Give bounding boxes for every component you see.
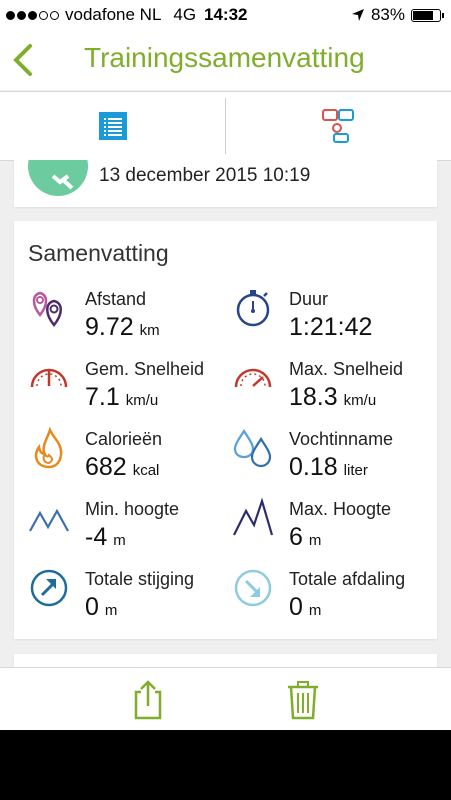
stat-unit: m bbox=[308, 602, 322, 619]
stat-value: 0m bbox=[85, 593, 117, 622]
stat-value: 9.72 km bbox=[85, 313, 160, 342]
stat-number: 1:21:42 bbox=[289, 313, 373, 341]
carrier-name: vodafone NL bbox=[65, 5, 162, 24]
clock: 14:32 bbox=[204, 5, 248, 24]
signal-dot bbox=[50, 10, 59, 20]
signal-dot bbox=[6, 10, 15, 20]
battery-fill bbox=[413, 10, 433, 20]
stat-avg-speed: Gem. Snelheid 7.1 km/u bbox=[28, 357, 228, 417]
signal-dot bbox=[39, 10, 48, 20]
running-icon bbox=[28, 160, 88, 196]
list-icon bbox=[99, 112, 127, 140]
stat-value: 0m bbox=[289, 593, 321, 622]
status-left: vodafone NL 4G bbox=[6, 5, 196, 25]
network-type: 4G bbox=[173, 5, 197, 24]
tab-comments[interactable] bbox=[226, 92, 451, 160]
stat-number: 682 bbox=[85, 453, 127, 481]
tab-summary[interactable] bbox=[0, 92, 225, 170]
stat-min-altitude: Min. hoogte -4 m bbox=[28, 497, 228, 557]
stat-value: 7.1 km/u bbox=[85, 383, 158, 412]
signal-strength bbox=[6, 10, 59, 20]
stat-max-altitude: Max. Hoogte 6m bbox=[232, 497, 432, 557]
stopwatch-icon bbox=[236, 290, 270, 327]
stat-unit: km/u bbox=[125, 392, 159, 409]
stat-unit: km bbox=[139, 322, 160, 339]
bottom-toolbar bbox=[0, 667, 451, 730]
status-right: 83% bbox=[351, 5, 444, 25]
distance-pins-icon bbox=[32, 291, 62, 327]
summary-title: Samenvatting bbox=[28, 240, 169, 266]
stat-unit: km/u bbox=[343, 392, 377, 409]
stat-label: Max. Snelheid bbox=[289, 359, 404, 379]
battery-percent: 83% bbox=[370, 5, 405, 24]
speedometer-max-icon bbox=[234, 368, 272, 388]
flame-icon bbox=[34, 427, 63, 469]
mountain-low-icon bbox=[29, 508, 69, 532]
share-icon[interactable] bbox=[128, 678, 168, 722]
stat-label: Min. hoogte bbox=[85, 499, 180, 519]
summary-card: Samenvatting Afstand 9.72 km Duur 1:21:42 bbox=[14, 221, 437, 639]
mountain-high-icon bbox=[233, 497, 274, 536]
stat-value: 0.18 liter bbox=[289, 453, 368, 482]
stat-unit: m bbox=[113, 532, 126, 549]
stat-unit: m bbox=[104, 602, 118, 619]
location-arrow-icon bbox=[351, 9, 364, 21]
speedometer-avg-icon bbox=[30, 368, 68, 388]
stat-number: 9.72 bbox=[85, 313, 134, 341]
screen-bottom-bar bbox=[0, 730, 451, 800]
stat-unit: m bbox=[308, 532, 322, 549]
stat-label: Vochtinname bbox=[289, 429, 394, 449]
signal-dot bbox=[28, 10, 37, 20]
stat-total-ascent: Totale stijging 0m bbox=[28, 567, 228, 627]
comments-icon bbox=[322, 109, 354, 143]
stat-number: 6 bbox=[289, 523, 303, 551]
stat-unit: liter bbox=[343, 462, 368, 479]
stat-total-descent: Totale afdaling 0m bbox=[232, 567, 432, 627]
stat-label: Afstand bbox=[85, 289, 147, 309]
stat-label: Calorieën bbox=[85, 429, 163, 449]
ascent-arrow-icon bbox=[30, 569, 68, 607]
stat-label: Totale stijging bbox=[85, 569, 195, 589]
stat-value: 6m bbox=[289, 523, 321, 552]
nav-bar: Trainingssamenvatting bbox=[0, 30, 451, 90]
app-screen: vodafone NL 4G 14:32 83% Trainingssamenv… bbox=[0, 0, 451, 730]
stat-unit: kcal bbox=[132, 462, 160, 479]
stat-number: 18.3 bbox=[289, 383, 338, 411]
trash-icon[interactable] bbox=[283, 678, 323, 722]
stat-duration: Duur 1:21:42 bbox=[232, 287, 432, 347]
stat-label: Max. Hoogte bbox=[289, 499, 392, 519]
stat-calories: Calorieën 682 kcal bbox=[28, 427, 228, 487]
stat-value: 682 kcal bbox=[85, 453, 159, 482]
stat-label: Duur bbox=[289, 289, 329, 309]
stat-number: 0.18 bbox=[289, 453, 338, 481]
view-tabs bbox=[0, 91, 451, 170]
stat-number: 0 bbox=[85, 593, 99, 621]
stat-label: Totale afdaling bbox=[289, 569, 406, 589]
water-drops-icon bbox=[233, 428, 272, 468]
signal-dot bbox=[17, 10, 26, 20]
stat-max-speed: Max. Snelheid 18.3 km/u bbox=[232, 357, 432, 417]
stat-number: -4 bbox=[85, 523, 108, 551]
status-bar: vodafone NL 4G 14:32 83% bbox=[0, 0, 451, 30]
stat-value: 1:21:42 bbox=[289, 313, 378, 342]
stat-fluid-intake: Vochtinname 0.18 liter bbox=[232, 427, 432, 487]
stat-number: 7.1 bbox=[85, 383, 120, 411]
back-chevron-icon[interactable] bbox=[8, 40, 42, 80]
stat-label: Gem. Snelheid bbox=[85, 359, 205, 379]
descent-arrow-icon bbox=[234, 569, 272, 607]
battery-icon bbox=[411, 8, 444, 22]
page-title: Trainingssamenvatting bbox=[84, 42, 365, 73]
stat-distance: Afstand 9.72 km bbox=[28, 287, 228, 347]
workout-date: 13 december 2015 10:19 bbox=[99, 165, 311, 186]
stat-value: 18.3 km/u bbox=[289, 383, 376, 412]
stat-number: 0 bbox=[289, 593, 303, 621]
workout-header-card: 13 december 2015 10:19 bbox=[14, 160, 437, 207]
stat-value: -4 m bbox=[85, 523, 126, 552]
